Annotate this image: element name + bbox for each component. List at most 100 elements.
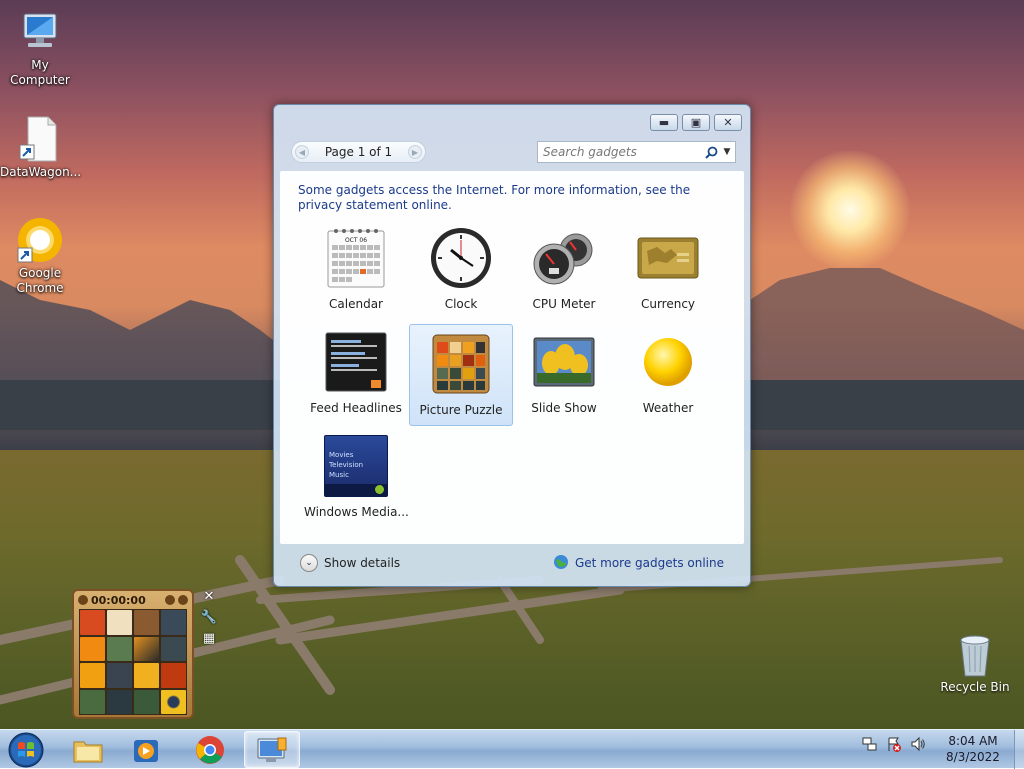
puzzle-tile[interactable] [80, 689, 105, 714]
desktop-icon-label: Google Chrome [16, 266, 64, 295]
previous-page-button[interactable]: ◀ [295, 145, 309, 159]
taskbar-clock[interactable]: 8:04 AM 8/3/2022 [930, 733, 1016, 765]
show-details-button[interactable]: ⌄ Show details [300, 554, 400, 572]
wrench-icon[interactable]: 🔧 [200, 608, 218, 626]
taskbar-explorer-button[interactable] [60, 731, 116, 768]
gadget-clock[interactable]: Clock [409, 223, 513, 325]
get-more-gadgets-link[interactable]: Get more gadgets online [553, 554, 724, 573]
gadget-toolbar: ✕ 🔧 ▦ [199, 587, 219, 649]
clock-time: 8:04 AM [948, 734, 998, 748]
next-page-button[interactable]: ▶ [408, 145, 422, 159]
picture-puzzle-gadget[interactable]: 00:00:00 [72, 589, 194, 719]
puzzle-tile[interactable] [107, 663, 132, 688]
show-desktop-button[interactable] [1014, 730, 1024, 769]
start-button[interactable] [4, 731, 48, 768]
page-navigator: ◀ Page 1 of 1 ▶ [291, 141, 426, 163]
recycle-bin-icon [951, 630, 999, 678]
start-orb-icon [8, 732, 44, 767]
feed-headlines-icon [321, 327, 391, 397]
gadget-calendar[interactable]: OCT 06 Calendar [304, 223, 408, 325]
gadget-label: Picture Puzzle [419, 403, 503, 417]
clock-icon [426, 223, 496, 293]
puzzle-tile[interactable] [107, 610, 132, 635]
gadget-label: Clock [444, 297, 478, 311]
puzzle-tile[interactable] [161, 610, 186, 635]
restore-icon: ▣ [690, 116, 702, 129]
minimize-icon: ▬ [658, 116, 670, 129]
close-icon[interactable]: ✕ [200, 587, 218, 605]
gadget-feed-headlines[interactable]: Feed Headlines [304, 327, 408, 429]
puzzle-tile[interactable] [134, 689, 159, 714]
shuffle-icon[interactable] [178, 595, 188, 605]
desktop-icon-datawagon[interactable]: DataWagon... [0, 115, 81, 180]
taskbar-media-player-button[interactable] [118, 731, 174, 768]
restore-button[interactable]: ▣ [682, 114, 710, 131]
action-center-flag-icon[interactable] [886, 736, 902, 755]
puzzle-timer-bar: 00:00:00 [78, 593, 188, 607]
network-icon[interactable] [862, 736, 878, 755]
gadget-cpu-meter[interactable]: CPU Meter [512, 223, 616, 325]
explorer-folder-icon [73, 741, 103, 762]
calendar-month-label: OCT 06 [344, 236, 368, 244]
puzzle-tile[interactable] [107, 636, 132, 661]
minimize-button[interactable]: ▬ [650, 114, 678, 131]
windows-media-icon: Movies Television Music [321, 431, 391, 501]
search-icon[interactable] [703, 144, 719, 160]
gadget-label: Calendar [329, 297, 383, 311]
privacy-notice-link[interactable]: Some gadgets access the Internet. For mo… [298, 183, 718, 213]
puzzle-tile[interactable] [161, 636, 186, 661]
puzzle-tile[interactable] [80, 663, 105, 688]
gadget-label: Feed Headlines [310, 401, 402, 415]
desktop-icon-label: Recycle Bin [940, 680, 1010, 694]
gadget-slide-show[interactable]: Slide Show [512, 327, 616, 429]
gadget-gallery-icon [257, 737, 287, 762]
gadget-label: CPU Meter [532, 297, 596, 311]
gadget-picture-puzzle[interactable]: Picture Puzzle [409, 324, 513, 426]
chrome-icon [16, 216, 64, 264]
puzzle-tile[interactable] [107, 689, 132, 714]
calendar-icon: OCT 06 [321, 223, 391, 293]
desktop-icon-google-chrome[interactable]: Google Chrome [0, 216, 80, 296]
puzzle-tile[interactable] [134, 610, 159, 635]
close-icon: ✕ [723, 116, 733, 129]
chevron-down-icon: ⌄ [300, 554, 318, 572]
timer-icon [78, 595, 88, 605]
desktop-icon-label: My Computer [10, 58, 70, 87]
search-gadgets-box[interactable]: Search gadgets ▼ [537, 141, 736, 163]
puzzle-tile[interactable] [80, 636, 105, 661]
gadget-weather[interactable]: Weather [616, 327, 720, 429]
search-input[interactable]: Search gadgets [538, 145, 703, 159]
puzzle-tile[interactable] [80, 610, 105, 635]
puzzle-tile[interactable] [161, 689, 186, 714]
taskbar-chrome-button[interactable] [182, 731, 238, 768]
media-menu-item: Television [329, 461, 364, 469]
desktop-icon-recycle-bin[interactable]: Recycle Bin [935, 630, 1015, 694]
drag-handle-icon[interactable]: ▦ [200, 629, 218, 647]
close-button[interactable]: ✕ [714, 114, 742, 131]
gadget-label: Windows Media... [304, 505, 409, 519]
get-more-label: Get more gadgets online [574, 556, 724, 570]
gallery-footer: ⌄ Show details Get more gadgets online [280, 545, 744, 581]
globe-icon [553, 554, 569, 573]
cpu-meter-icon [529, 223, 599, 293]
puzzle-tile[interactable] [134, 663, 159, 688]
taskbar-gadget-gallery-button[interactable] [244, 731, 300, 768]
media-menu-item: Music [329, 471, 349, 479]
search-dropdown-button[interactable]: ▼ [719, 142, 735, 162]
currency-icon [633, 223, 703, 293]
media-menu-item: Movies [329, 451, 354, 459]
gadget-currency[interactable]: Currency [616, 223, 720, 325]
puzzle-tile[interactable] [161, 663, 186, 688]
puzzle-timer: 00:00:00 [91, 593, 146, 607]
puzzle-tile[interactable] [134, 636, 159, 661]
show-details-label: Show details [324, 556, 401, 570]
slide-show-icon [529, 327, 599, 397]
chevron-down-icon: ▼ [723, 147, 731, 157]
system-tray [862, 736, 926, 755]
help-icon[interactable] [165, 595, 175, 605]
volume-icon[interactable] [910, 736, 926, 755]
gadget-windows-media[interactable]: Movies Television Music Windows Media... [304, 431, 409, 533]
puzzle-grid [79, 609, 187, 715]
computer-icon [16, 8, 64, 56]
desktop-icon-my-computer[interactable]: My Computer [0, 8, 80, 88]
